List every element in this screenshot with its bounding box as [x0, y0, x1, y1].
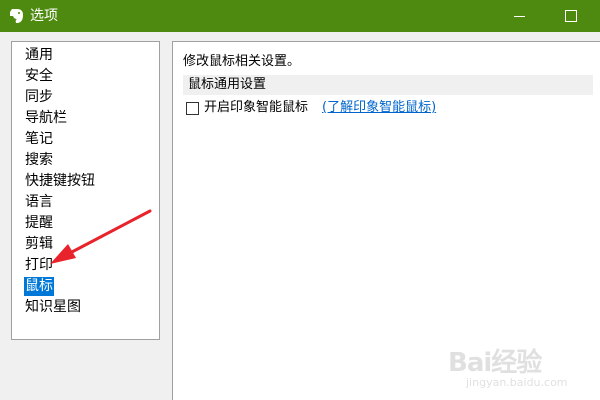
nav-item-label: 提醒	[25, 215, 53, 231]
nav-item-security[interactable]: 安全	[24, 65, 96, 86]
nav-item-print[interactable]: 打印	[24, 254, 96, 275]
nav-item-mouse[interactable]: 鼠标	[24, 275, 96, 296]
nav-item-label: 打印	[25, 257, 53, 273]
nav-item-label: 知识星图	[25, 299, 81, 315]
nav-item-clipper[interactable]: 剪辑	[24, 233, 96, 254]
options-nav-panel: 通用 安全 同步 导航栏 笔记 搜索 快捷键按钮 语言 提醒 剪辑 打印 鼠标 …	[11, 41, 160, 340]
section-title: 鼠标通用设置	[188, 77, 267, 92]
nav-item-knowledge-map[interactable]: 知识星图	[24, 296, 96, 317]
smart-mouse-label[interactable]: 开启印象智能鼠标	[204, 99, 308, 117]
nav-item-search[interactable]: 搜索	[24, 149, 96, 170]
options-nav-list: 通用 安全 同步 导航栏 笔记 搜索 快捷键按钮 语言 提醒 剪辑 打印 鼠标 …	[24, 44, 96, 317]
title-bar: 选项	[0, 0, 600, 32]
nav-item-label: 导航栏	[25, 110, 67, 126]
nav-item-label: 笔记	[25, 131, 53, 147]
section-header: 鼠标通用设置	[183, 75, 593, 95]
learn-smart-mouse-link[interactable]: (了解印象智能鼠标)	[322, 99, 436, 117]
nav-item-sync[interactable]: 同步	[24, 86, 96, 107]
nav-item-label: 搜索	[25, 152, 53, 168]
nav-item-shortcuts[interactable]: 快捷键按钮	[24, 170, 96, 191]
minimize-button[interactable]	[496, 0, 542, 32]
watermark-logo: Bai经验	[448, 348, 542, 378]
watermark-url: jingyan.baidu.com	[466, 376, 568, 389]
nav-item-label: 语言	[25, 194, 53, 210]
nav-item-label: 安全	[25, 68, 53, 84]
nav-item-language[interactable]: 语言	[24, 191, 96, 212]
settings-description: 修改鼠标相关设置。	[183, 54, 301, 69]
nav-item-label: 快捷键按钮	[25, 173, 95, 189]
maximize-icon	[565, 10, 577, 22]
window-title: 选项	[30, 8, 58, 24]
watermark: Bai经验 jingyan.baidu.com	[448, 342, 598, 398]
nav-item-navbar[interactable]: 导航栏	[24, 107, 96, 128]
nav-item-notes[interactable]: 笔记	[24, 128, 96, 149]
nav-item-label: 同步	[25, 89, 53, 105]
maximize-button[interactable]	[548, 0, 594, 32]
nav-item-label: 通用	[25, 47, 53, 63]
minimize-icon	[514, 16, 525, 17]
evernote-elephant-icon	[10, 9, 23, 23]
nav-item-reminders[interactable]: 提醒	[24, 212, 96, 233]
nav-item-general[interactable]: 通用	[24, 44, 96, 65]
nav-item-label: 剪辑	[25, 236, 53, 252]
smart-mouse-checkbox[interactable]	[186, 102, 199, 115]
nav-item-label-selected: 鼠标	[24, 277, 54, 296]
